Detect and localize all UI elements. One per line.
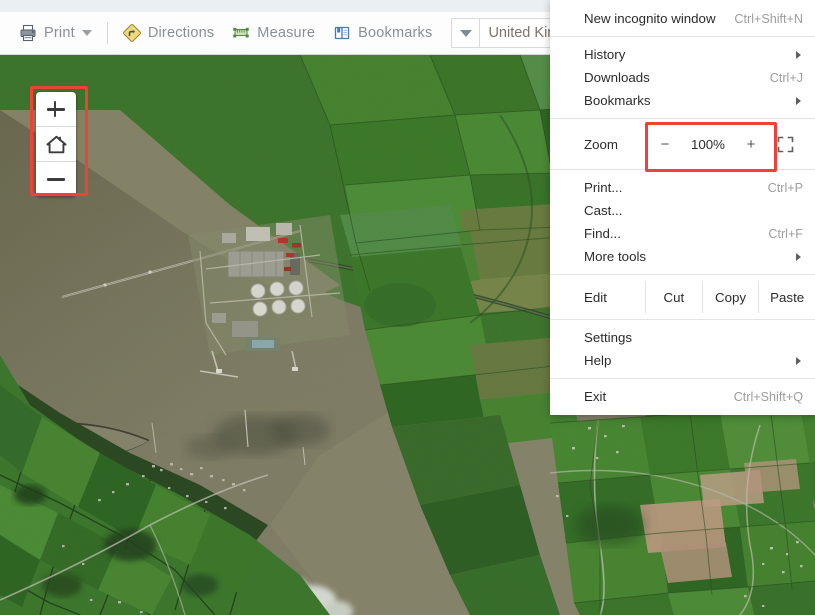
menu-item-downloads[interactable]: Downloads Ctrl+J <box>550 66 815 89</box>
menu-label: Print... <box>584 180 623 195</box>
menu-separator <box>550 319 815 320</box>
country-dropdown-button[interactable] <box>451 18 480 48</box>
menu-label: Cast... <box>584 203 623 218</box>
submenu-arrow-icon <box>796 96 801 105</box>
menu-item-find[interactable]: Find... Ctrl+F <box>550 222 815 245</box>
map-zoom-out-button[interactable] <box>36 161 76 196</box>
book-icon <box>333 24 351 42</box>
minus-icon <box>46 169 66 189</box>
printer-icon <box>19 24 37 42</box>
app-root: Print Directions Measure Bookmarks Unite… <box>0 0 815 615</box>
menu-item-history[interactable]: History <box>550 43 815 66</box>
menu-label: Downloads <box>584 70 650 85</box>
toolbar-item-bookmarks[interactable]: Bookmarks <box>324 18 441 48</box>
menu-accelerator: Ctrl+P <box>767 180 803 195</box>
menu-separator <box>550 169 815 170</box>
menu-accelerator: Ctrl+Shift+N <box>734 11 803 26</box>
menu-label: New incognito window <box>584 11 716 26</box>
menu-item-print[interactable]: Print... Ctrl+P <box>550 176 815 199</box>
submenu-arrow-icon <box>796 356 801 365</box>
toolbar-label-measure: Measure <box>257 25 316 41</box>
map-zoom-widget[interactable] <box>36 92 76 196</box>
menu-item-exit[interactable]: Exit Ctrl+Shift+Q <box>550 385 815 408</box>
menu-item-new-incognito-window[interactable]: New incognito window Ctrl+Shift+N <box>550 7 815 30</box>
menu-item-cast[interactable]: Cast... <box>550 199 815 222</box>
map-zoom-in-button[interactable] <box>36 92 76 126</box>
submenu-arrow-icon <box>796 252 801 261</box>
plus-icon <box>46 99 66 119</box>
menu-accelerator: Ctrl+J <box>769 70 803 85</box>
toolbar-label-print: Print <box>44 25 75 41</box>
menu-edit-label: Edit <box>584 289 607 305</box>
directions-sign-icon <box>122 24 141 42</box>
menu-zoom-in-button[interactable]: + <box>734 125 768 163</box>
menu-zoom-label: Zoom <box>584 136 618 152</box>
menu-zoom-row: Zoom − 100% + <box>550 125 815 163</box>
menu-item-settings[interactable]: Settings <box>550 326 815 349</box>
menu-edit-row: Edit Cut Copy Paste <box>550 281 815 313</box>
home-icon <box>45 135 67 153</box>
menu-accelerator: Ctrl+F <box>768 226 803 241</box>
ruler-icon <box>232 24 250 42</box>
map-home-button[interactable] <box>36 126 76 161</box>
menu-zoom-value: 100% <box>690 136 725 152</box>
chevron-down-icon[interactable] <box>81 30 92 36</box>
menu-accelerator: Ctrl+Shift+Q <box>733 389 803 404</box>
menu-label: Exit <box>584 389 607 404</box>
menu-fullscreen-button[interactable] <box>765 125 805 163</box>
menu-zoom-out-button[interactable]: − <box>648 125 682 163</box>
menu-cut-button[interactable]: Cut <box>645 281 702 313</box>
toolbar-item-print[interactable]: Print <box>10 18 101 48</box>
submenu-arrow-icon <box>796 50 801 59</box>
toolbar-item-measure[interactable]: Measure <box>223 18 324 48</box>
menu-label: Settings <box>584 330 633 345</box>
menu-separator <box>550 118 815 119</box>
menu-separator <box>550 378 815 379</box>
menu-item-more-tools[interactable]: More tools <box>550 245 815 268</box>
menu-separator <box>550 274 815 275</box>
menu-label: Help <box>584 353 612 368</box>
menu-item-help[interactable]: Help <box>550 349 815 372</box>
menu-label: Find... <box>584 226 621 241</box>
triangle-down-icon <box>459 29 472 37</box>
menu-zoom-controls[interactable]: − 100% + <box>648 125 768 163</box>
fullscreen-icon <box>777 136 793 152</box>
toolbar-item-directions[interactable]: Directions <box>114 18 223 48</box>
menu-copy-button[interactable]: Copy <box>701 281 759 313</box>
menu-item-bookmarks[interactable]: Bookmarks <box>550 89 815 112</box>
menu-label: Bookmarks <box>584 93 651 108</box>
menu-paste-button[interactable]: Paste <box>758 281 815 313</box>
menu-label: More tools <box>584 249 647 264</box>
chrome-main-menu[interactable]: New incognito window Ctrl+Shift+N Histor… <box>550 0 815 415</box>
menu-label: History <box>584 47 626 62</box>
menu-separator <box>550 36 815 37</box>
toolbar-label-bookmarks: Bookmarks <box>358 25 433 41</box>
toolbar-separator <box>106 22 108 44</box>
toolbar-label-directions: Directions <box>147 25 215 41</box>
